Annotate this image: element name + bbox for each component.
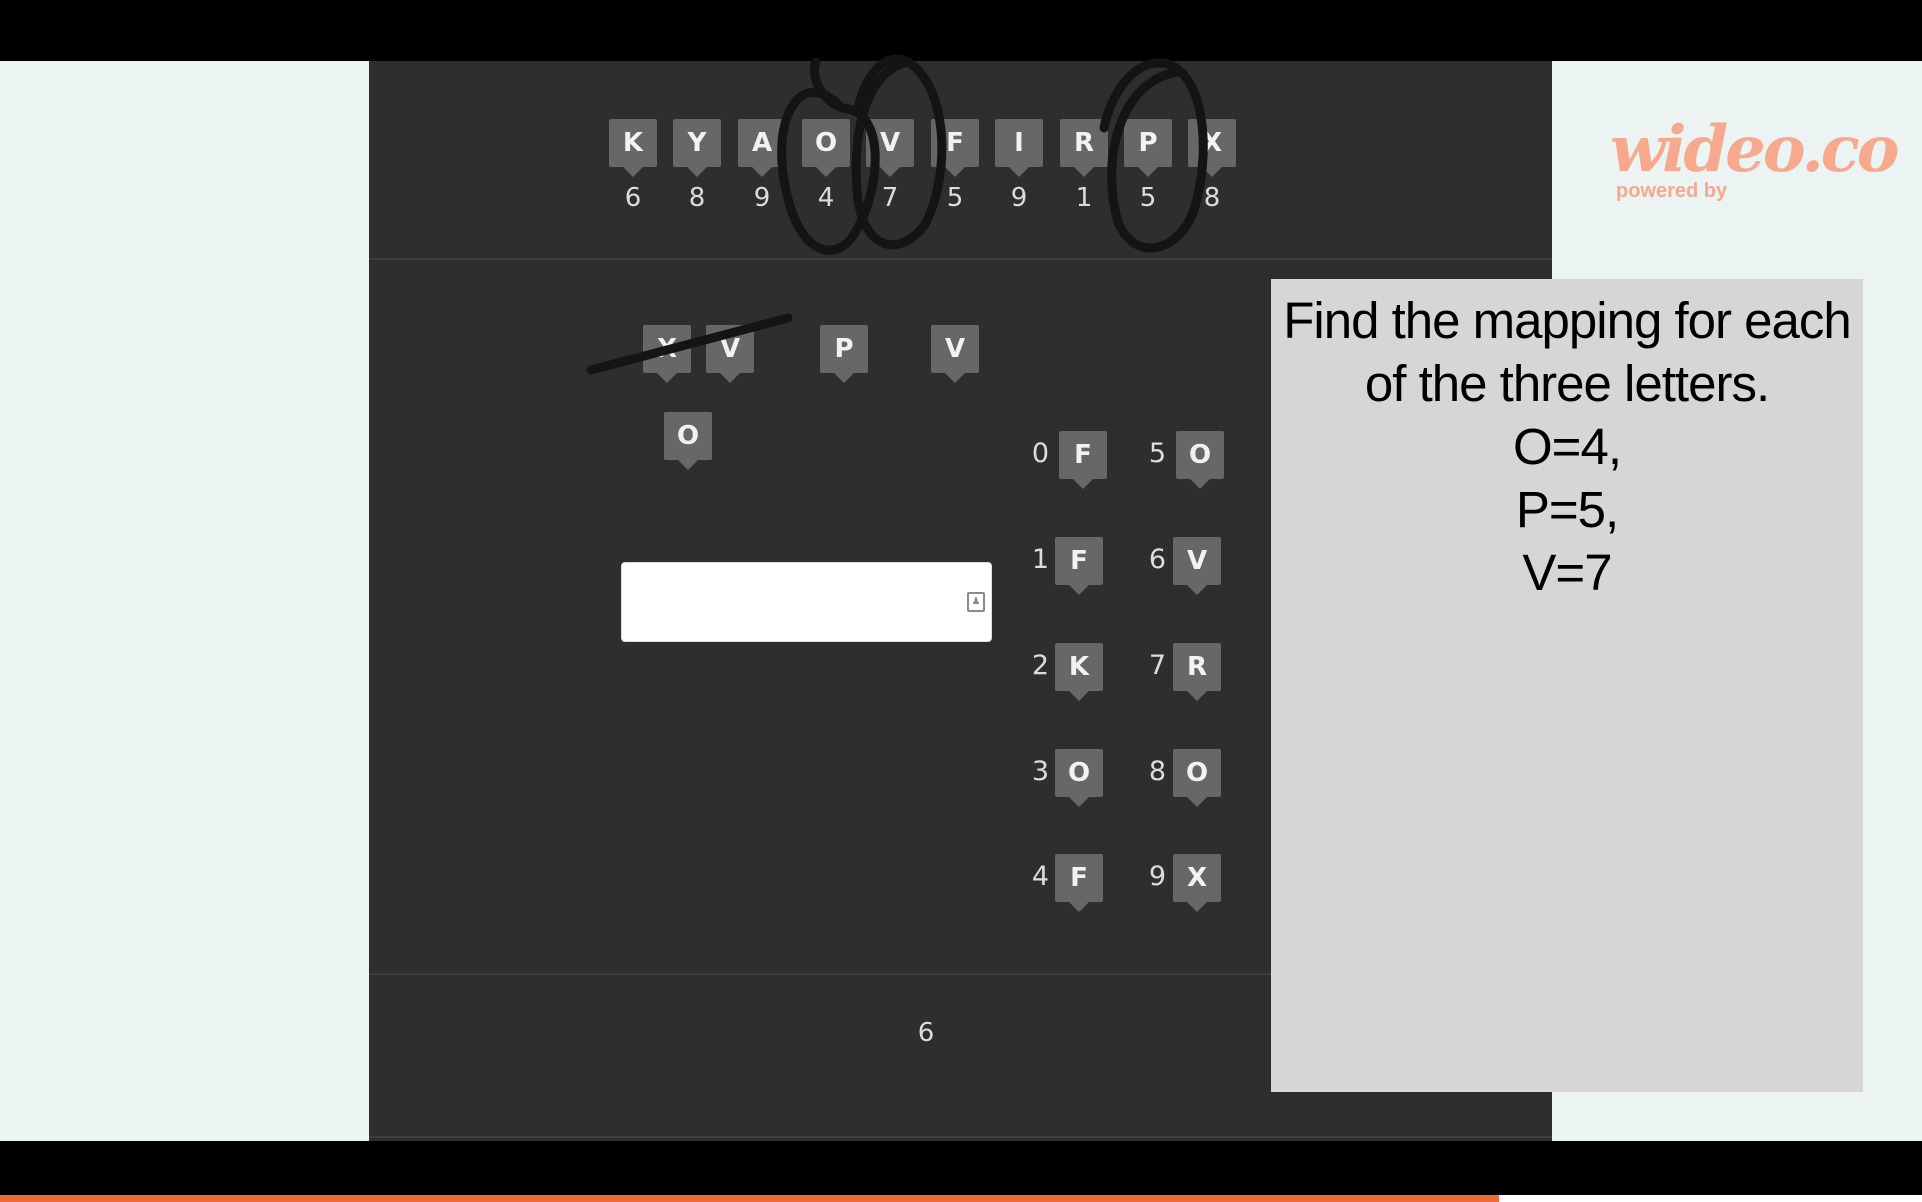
grid-digit: 8 <box>1148 756 1166 787</box>
grid-digit: 3 <box>1031 756 1049 787</box>
grid-letter-tile[interactable]: V <box>1173 537 1221 595</box>
note-line: Find the mapping for each <box>1283 292 1852 349</box>
letter-tile[interactable]: I <box>995 119 1043 177</box>
pending-tile[interactable]: V <box>706 325 754 383</box>
note-line: P=5, <box>1515 481 1619 538</box>
grid-digit: 9 <box>1148 861 1166 892</box>
letter-tile[interactable]: F <box>931 119 979 177</box>
tile-number: 5 <box>946 183 964 213</box>
tile-number: 7 <box>881 183 899 213</box>
grid-digit: 5 <box>1148 438 1166 469</box>
grid-letter-tile[interactable]: O <box>1173 749 1221 807</box>
grid-letter-tile[interactable]: O <box>1176 431 1224 489</box>
bottom-divider <box>369 973 1271 975</box>
tile-number: 8 <box>688 183 706 213</box>
tile-number: 8 <box>1203 183 1221 213</box>
pending-tile[interactable]: O <box>664 412 712 470</box>
grid-letter-tile[interactable]: X <box>1173 854 1221 912</box>
letter-tile[interactable]: V <box>866 119 914 177</box>
letter-tile[interactable]: P <box>1124 119 1172 177</box>
grid-letter-tile[interactable]: K <box>1055 643 1103 701</box>
letter-tile[interactable]: A <box>738 119 786 177</box>
pending-tile[interactable]: X <box>643 325 691 383</box>
contact-card-icon[interactable]: ♟ <box>967 592 985 612</box>
grid-digit: 2 <box>1031 650 1049 681</box>
note-line: of the three letters. <box>1364 355 1770 412</box>
panel-bottom-edge <box>369 1136 1552 1138</box>
grid-digit: 1 <box>1031 544 1049 575</box>
letter-tile[interactable]: X <box>1188 119 1236 177</box>
grid-letter-tile[interactable]: F <box>1059 431 1107 489</box>
grid-letter-tile[interactable]: F <box>1055 537 1103 595</box>
grid-letter-tile[interactable]: F <box>1055 854 1103 912</box>
page-number: 6 <box>917 1018 935 1048</box>
grid-digit: 0 <box>1031 438 1049 469</box>
brand-logo: wideo.co <box>1610 112 1899 187</box>
tile-number: 6 <box>624 183 642 213</box>
tile-number: 9 <box>753 183 771 213</box>
instruction-note: Find the mapping for each of the three l… <box>1271 279 1863 1092</box>
letter-tile[interactable]: R <box>1060 119 1108 177</box>
grid-digit: 7 <box>1148 650 1166 681</box>
note-line: O=4, <box>1513 418 1622 475</box>
video-progress-bar[interactable] <box>0 1195 1922 1202</box>
grid-letter-tile[interactable]: O <box>1055 749 1103 807</box>
pending-tile[interactable]: P <box>820 325 868 383</box>
video-progress-fill <box>0 1195 1500 1202</box>
top-divider <box>369 258 1552 260</box>
pending-tile[interactable]: V <box>931 325 979 383</box>
grid-digit: 4 <box>1031 861 1049 892</box>
grid-digit: 6 <box>1148 544 1166 575</box>
tile-number: 9 <box>1010 183 1028 213</box>
note-line: V=7 <box>1522 544 1612 601</box>
brand-watermark: wideo.co powered by <box>1610 112 1899 212</box>
tile-number: 1 <box>1075 183 1093 213</box>
tile-number: 5 <box>1139 183 1157 213</box>
answer-input[interactable]: ♟ <box>621 562 992 642</box>
grid-letter-tile[interactable]: R <box>1173 643 1221 701</box>
letter-tile[interactable]: Y <box>673 119 721 177</box>
tile-number: 4 <box>817 183 835 213</box>
letter-tile[interactable]: K <box>609 119 657 177</box>
letter-tile[interactable]: O <box>802 119 850 177</box>
brand-tagline: powered by <box>1616 180 1728 202</box>
